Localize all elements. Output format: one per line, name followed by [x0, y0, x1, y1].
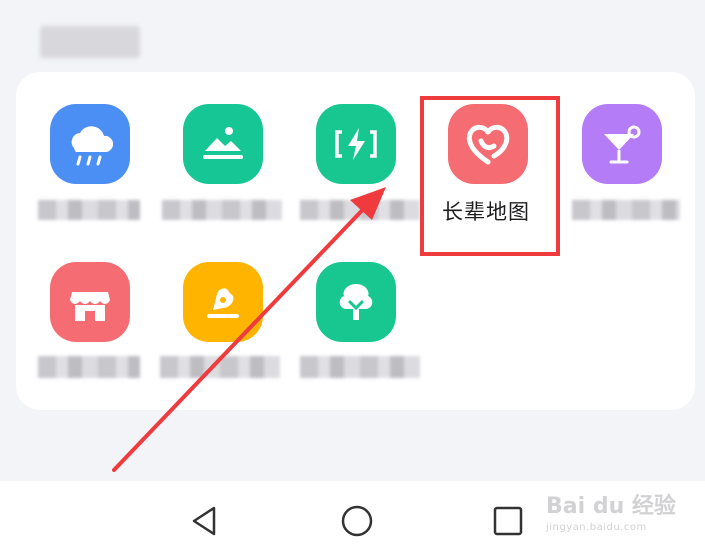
blurred-label [300, 200, 420, 220]
cocktail-icon [582, 104, 662, 184]
home-circle-icon [341, 505, 373, 537]
home-button[interactable] [339, 503, 375, 539]
lightning-icon [316, 104, 396, 184]
watermark-sub: jingyan.baidu.com [546, 522, 647, 533]
recents-square-icon [493, 506, 523, 536]
back-button[interactable] [186, 503, 222, 539]
watermark-main: Bai du 经验 [546, 494, 676, 519]
blurred-label [162, 200, 282, 220]
gallery-app-icon[interactable] [183, 104, 263, 184]
blurred-label [38, 200, 140, 220]
hand-app-icon[interactable] [183, 262, 263, 342]
back-triangle-icon [192, 506, 216, 536]
baidu-watermark: Bai du 经验 jingyan.baidu.com [546, 488, 686, 548]
drinks-app-icon[interactable] [582, 104, 662, 184]
weather-rain-icon [50, 104, 130, 184]
recents-button[interactable] [490, 503, 526, 539]
landscape-icon [183, 104, 263, 184]
hand-icon [183, 262, 263, 342]
speed-app-icon[interactable] [316, 104, 396, 184]
tree-app-icon[interactable] [316, 262, 396, 342]
storefront-icon [50, 262, 130, 342]
blurred-label [572, 200, 680, 220]
blurred-header [40, 26, 140, 58]
shop-app-icon[interactable] [50, 262, 130, 342]
tree-icon [316, 262, 396, 342]
blurred-label [160, 356, 280, 378]
blurred-label [38, 356, 140, 378]
weather-app-icon[interactable] [50, 104, 130, 184]
blurred-label [300, 356, 420, 378]
highlight-box [420, 96, 560, 256]
